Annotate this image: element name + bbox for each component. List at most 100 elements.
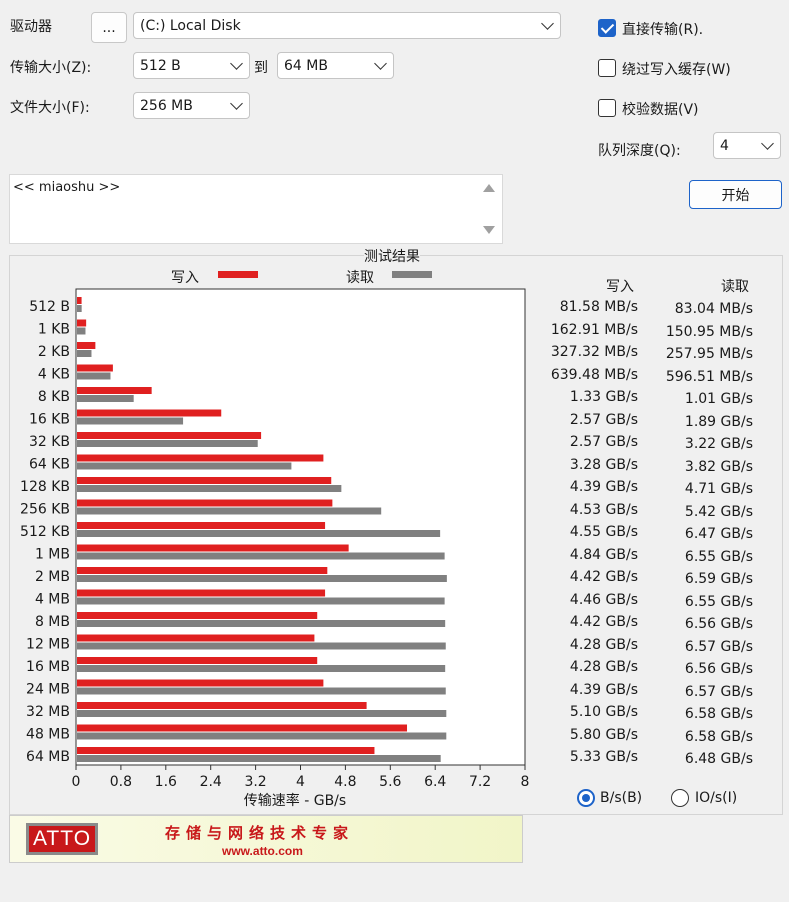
legend-write-label: 写入 (171, 270, 199, 286)
legend-read-label: 读取 (346, 269, 374, 286)
bytes-per-second-label: B/s(B) (600, 790, 643, 806)
x-tick-label: 4.8 (334, 774, 356, 790)
write-result-value: 4.84 GB/s (569, 546, 638, 563)
write-result-value: 327.32 MB/s (550, 344, 638, 360)
read-result-value: 6.58 GB/s (684, 728, 753, 745)
read-bar (77, 395, 134, 402)
file-size-select[interactable]: 256 MB (133, 92, 250, 119)
transfer-size-from-select[interactable]: 512 B (133, 52, 250, 79)
write-result-value: 81.58 MB/s (559, 299, 638, 315)
file-size-label: 文件大小(F): (10, 100, 90, 116)
banner-url[interactable]: www.atto.com (222, 844, 303, 858)
read-column-header: 读取 (721, 279, 749, 295)
atto-banner[interactable]: ATTO 存储与网络技术专家 www.atto.com (9, 815, 523, 863)
read-result-value: 150.95 MB/s (665, 323, 753, 340)
chevron-down-icon (374, 56, 387, 70)
write-result-value: 5.10 GB/s (569, 704, 638, 720)
verify-data-checkbox[interactable] (598, 99, 616, 117)
write-result-value: 3.28 GB/s (569, 456, 638, 473)
x-tick-label: 6.4 (424, 774, 446, 790)
category-label: 256 KB (20, 502, 70, 518)
scroll-down-icon[interactable] (482, 225, 496, 235)
category-label: 1 MB (35, 547, 70, 563)
read-bar (77, 687, 446, 695)
read-bar (77, 755, 441, 762)
read-result-value: 3.82 GB/s (684, 458, 753, 475)
read-result-value: 6.57 GB/s (684, 683, 753, 700)
read-bar (77, 305, 82, 312)
x-tick-label: 8 (521, 774, 530, 790)
read-result-value: 6.55 GB/s (684, 593, 753, 610)
read-bar (77, 372, 111, 380)
drive-select[interactable]: (C:) Local Disk (133, 12, 561, 39)
read-result-value: 6.59 GB/s (684, 571, 753, 587)
legend-write-swatch (218, 271, 258, 278)
bytes-per-second-radio[interactable] (577, 789, 595, 807)
write-result-value: 4.28 GB/s (569, 659, 638, 675)
write-bar (77, 364, 113, 372)
direct-io-checkbox[interactable] (598, 19, 616, 37)
description-box[interactable]: << miaoshu >> (9, 174, 503, 244)
read-bar (77, 530, 441, 537)
write-bar (77, 589, 326, 597)
category-label: 8 KB (38, 389, 70, 405)
x-tick-label: 1.6 (155, 774, 177, 790)
write-result-value: 4.46 GB/s (569, 591, 638, 608)
read-bar (77, 507, 382, 515)
write-bar (77, 612, 318, 619)
read-bar (77, 620, 446, 627)
write-bar (77, 319, 87, 327)
read-result-value: 83.04 MB/s (674, 301, 753, 317)
category-label: 128 KB (20, 479, 70, 495)
transfer-size-from-value: 512 B (140, 57, 181, 74)
write-bar (77, 544, 349, 552)
chevron-down-icon (761, 136, 774, 150)
io-per-second-radio[interactable] (671, 789, 689, 807)
browse-button[interactable]: ... (91, 12, 127, 43)
read-bar (77, 462, 292, 470)
x-tick-label: 7.2 (469, 774, 491, 790)
write-result-value: 4.39 GB/s (569, 681, 638, 698)
category-label: 1 KB (38, 322, 70, 338)
write-result-value: 4.39 GB/s (569, 479, 638, 495)
write-result-value: 5.80 GB/s (569, 726, 638, 743)
chevron-down-icon (541, 16, 554, 30)
category-label: 16 MB (26, 659, 70, 675)
chevron-down-icon (230, 56, 243, 70)
io-per-second-label: IO/s(I) (695, 790, 738, 806)
drive-label: 驱动器 (10, 19, 52, 35)
write-bar (77, 387, 152, 394)
write-result-value: 639.48 MB/s (550, 366, 638, 383)
write-bar (77, 454, 324, 462)
bypass-write-cache-checkbox[interactable] (598, 59, 616, 77)
bypass-write-cache-label: 绕过写入缓存(W) (622, 62, 731, 78)
read-bar (77, 597, 445, 605)
direct-io-label: 直接传输(R). (622, 22, 704, 38)
category-label: 512 B (29, 299, 70, 315)
write-bar (77, 477, 332, 484)
read-bar (77, 710, 447, 717)
read-result-value: 6.56 GB/s (684, 616, 753, 632)
read-result-value: 4.71 GB/s (684, 481, 753, 497)
transfer-size-label: 传输大小(Z): (10, 60, 92, 76)
write-result-value: 1.33 GB/s (569, 389, 638, 405)
x-tick-label: 5.6 (379, 774, 401, 790)
category-label: 12 MB (26, 637, 70, 653)
read-bar (77, 732, 447, 740)
read-result-value: 596.51 MB/s (665, 368, 753, 385)
category-label: 64 MB (26, 749, 70, 765)
description-text: << miaoshu >> (13, 180, 121, 195)
queue-depth-select[interactable]: 4 (713, 132, 781, 159)
start-button[interactable]: 开始 (689, 180, 782, 209)
read-result-value: 5.42 GB/s (684, 503, 753, 520)
write-result-value: 4.53 GB/s (569, 501, 638, 518)
read-result-value: 6.48 GB/s (684, 751, 753, 767)
write-bar (77, 657, 318, 664)
transfer-size-to-select[interactable]: 64 MB (277, 52, 394, 79)
chart-legend: 写入 读取 (171, 269, 432, 286)
scroll-up-icon[interactable] (482, 183, 496, 193)
read-result-value: 6.55 GB/s (684, 548, 753, 565)
write-bar (77, 432, 262, 439)
write-bar (77, 522, 326, 529)
x-tick-label: 4 (296, 774, 305, 790)
